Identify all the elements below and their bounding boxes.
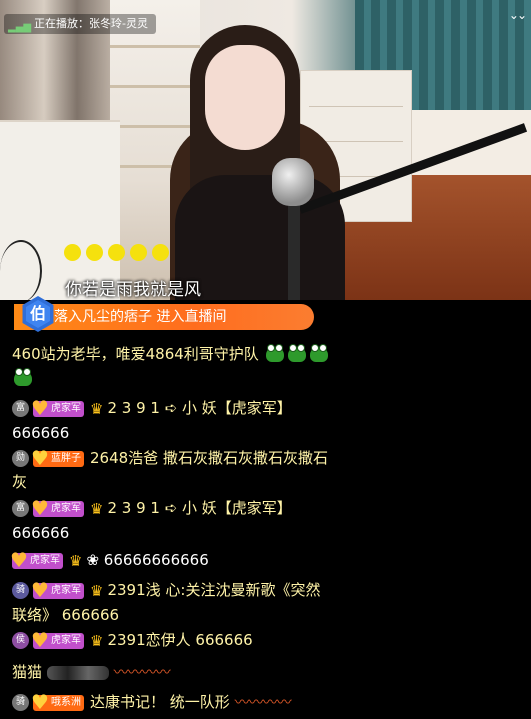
- now-playing-text: 正在播放：张冬玲-灵灵: [34, 17, 148, 30]
- chat-text: 460站为老毕，唯爱4864利哥守护队: [12, 345, 259, 363]
- fan-badge[interactable]: 虎家军: [29, 579, 84, 601]
- crown-icon: ♛: [90, 499, 104, 518]
- lyric-dot: [130, 244, 147, 261]
- shelf-board: [110, 45, 200, 48]
- chat-message: 侯虎家军 ♛2391恋伊人 666666: [12, 628, 517, 653]
- chat-message: 虎家军 ♛❀ 66666666666: [8, 548, 517, 573]
- fan-badge[interactable]: 哦系洲: [29, 691, 84, 713]
- noble-level-icon: 富: [12, 500, 29, 517]
- chat-text-cont: 666666: [12, 423, 70, 442]
- chat-text: 2391浅 心:关注沈曼新歌《突然: [107, 581, 321, 599]
- chat-text: 2 3 9 1 ➪ 小 妖【虎家军】: [107, 499, 292, 517]
- fan-badge[interactable]: 虎家军: [29, 497, 84, 519]
- chat-message: 骑哦系洲达康书记！ 统一队形 〰〰〰〰: [12, 690, 517, 714]
- chat-message: 富虎家军 ♛2 3 9 1 ➪ 小 妖【虎家军】 666666: [12, 496, 517, 545]
- fan-badge[interactable]: 虎家军: [29, 629, 84, 651]
- rank-badge-label: 伯: [29, 304, 46, 323]
- cable: [0, 240, 42, 300]
- fan-badge[interactable]: 虎家军: [29, 397, 84, 419]
- chat-message: 富虎家军 ♛2 3 9 1 ➪ 小 妖【虎家军】 666666: [12, 396, 517, 445]
- chat-message: 骑虎家军 ♛2391浅 心:关注沈曼新歌《突然 联络》 666666: [12, 578, 517, 627]
- chat-text: 2391恋伊人 666666: [107, 631, 253, 649]
- lyric-dot: [108, 244, 125, 261]
- noble-level-icon: 骑: [12, 694, 29, 711]
- chat-text: 2648浩爸 撒石灰撒石灰撒石灰撒石: [90, 449, 328, 467]
- lyric-dot: [86, 244, 103, 261]
- chat-text: 猫猫: [12, 663, 43, 681]
- chat-text: 2 3 9 1 ➪ 小 妖【虎家军】: [107, 399, 292, 417]
- microphone: [272, 158, 314, 206]
- mic-stem: [288, 205, 300, 300]
- shelf-board: [110, 125, 200, 128]
- frog-emoji-icon: [309, 344, 328, 362]
- sausage-emoji-icon: 〰〰〰〰: [234, 693, 292, 711]
- chat-text-cont: 联络》 666666: [12, 605, 120, 624]
- noble-level-icon: 侯: [12, 632, 29, 649]
- chevron-double-down-icon[interactable]: ⌄⌄: [509, 8, 527, 22]
- frog-emoji-icon: [14, 368, 32, 386]
- frog-emoji-icon: [265, 344, 284, 362]
- user-entered-banner: 落入凡尘的痞子 进入直播间: [14, 304, 314, 330]
- noble-level-icon: 勋: [12, 450, 29, 467]
- sausage-emoji-icon: 〰〰〰〰: [113, 663, 171, 681]
- lyric-progress-dots: [64, 244, 169, 261]
- chat-message: 460站为老毕，唯爱4864利哥守护队: [12, 342, 517, 390]
- crown-icon: ♛: [90, 581, 104, 600]
- lyric-line: 你若是雨我就是风: [65, 280, 201, 300]
- fan-badge[interactable]: 虎家军: [8, 549, 63, 571]
- crown-icon: ♛: [90, 399, 104, 418]
- frog-emoji-icon: [287, 344, 306, 362]
- chat-text: 达康书记！ 统一队形: [90, 693, 230, 711]
- live-video[interactable]: ▂▄▆ 正在播放：张冬玲-灵灵 ⌄⌄ 你若是雨我就是风: [0, 0, 531, 300]
- chat-text-cont: 666666: [12, 523, 70, 542]
- crown-icon: ♛: [69, 551, 83, 570]
- chat-message: 猫猫 〰〰〰〰: [12, 660, 517, 684]
- noble-level-icon: 富: [12, 400, 29, 417]
- crown-icon: ♛: [90, 631, 104, 650]
- shelf-board: [110, 85, 200, 88]
- now-playing-bar[interactable]: ▂▄▆ 正在播放：张冬玲-灵灵: [4, 14, 156, 34]
- music-note-icon: ▂▄▆: [8, 22, 32, 33]
- streamer-face: [205, 45, 285, 150]
- chat-text-cont: 灰: [12, 473, 28, 491]
- chat-text: ❀ 66666666666: [86, 551, 209, 569]
- chat-message: 勋蓝胖子 2648浩爸 撒石灰撒石灰撒石灰撒石 灰: [12, 446, 517, 494]
- lyric-dot: [64, 244, 81, 261]
- lyric-dot: [152, 244, 169, 261]
- noble-level-icon: 骑: [12, 582, 29, 599]
- user-entered-text: 落入凡尘的痞子 进入直播间: [54, 309, 227, 325]
- fan-badge[interactable]: 蓝胖子: [29, 447, 84, 469]
- blurred-text: [46, 665, 109, 680]
